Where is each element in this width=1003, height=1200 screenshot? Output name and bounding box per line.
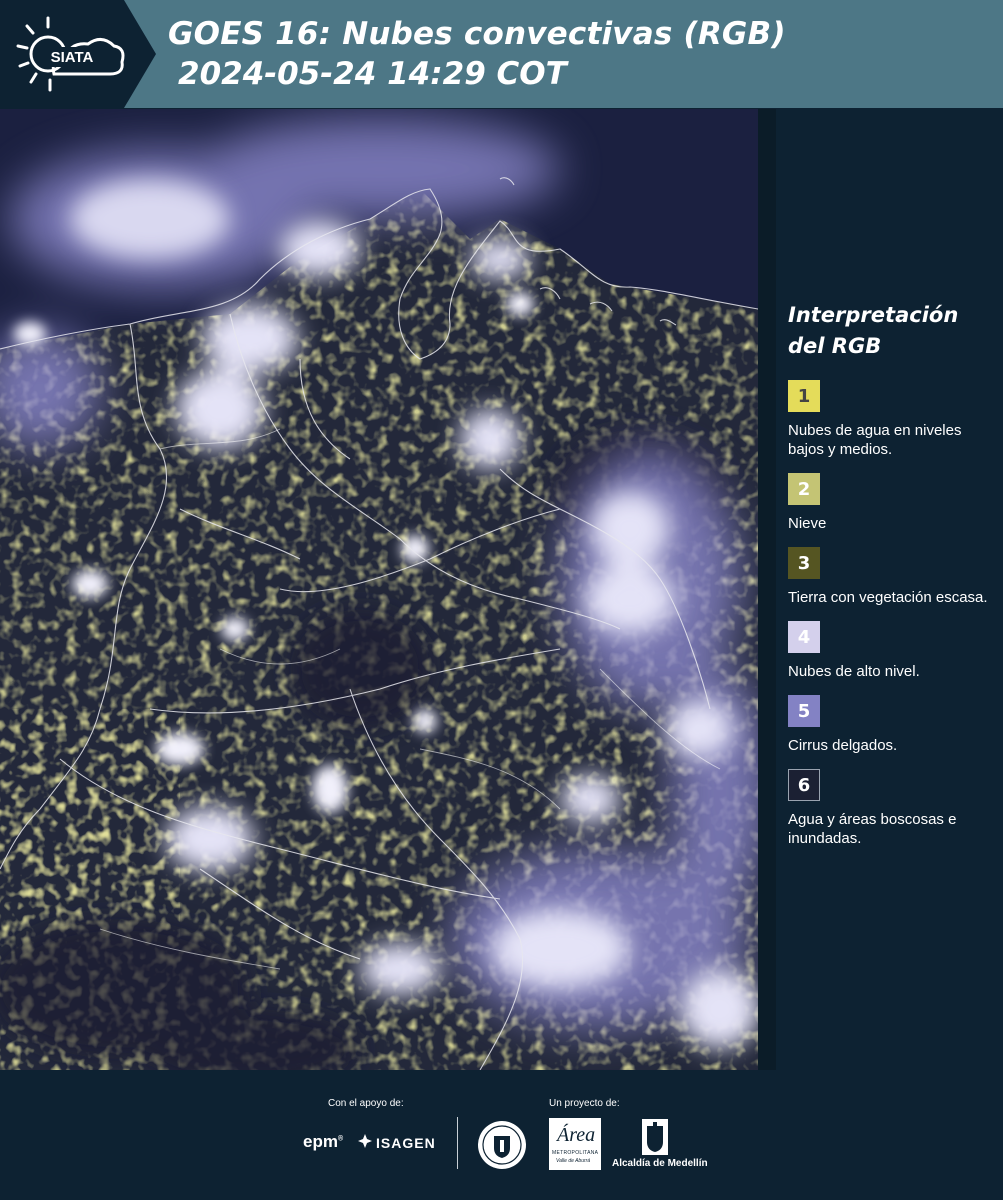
legend-label: Nubes de agua en niveles bajos y medios. [788,422,962,458]
page-timestamp: 2024-05-24 14:29 COT [178,56,567,92]
epm-logo: epm® [303,1132,344,1151]
header-bar: SIATA GOES 16: Nubes convectivas (RGB) 2… [0,0,1003,108]
legend-label: Nubes de alto nivel. [788,663,920,680]
siata-logo-text: SIATA [51,49,94,66]
legend-label: Cirrus delgados. [788,737,898,754]
legend-label: Tierra con vegetación escasa. [788,589,988,606]
project-label: Un proyecto de: [549,1098,620,1109]
legend-swatch-5: 5 [788,695,820,727]
medellin-seal-icon [478,1121,526,1169]
isagen-star-icon [358,1134,372,1148]
legend-item: 2 Nieve [788,473,993,533]
legend-swatch-2: 2 [788,473,820,505]
legend-item: 1 Nubes de agua en niveles bajos y medio… [788,380,993,459]
satellite-map [0,109,758,1070]
satellite-rgb-image [0,109,758,1070]
alcaldia-logo-text: Alcaldía de Medellín [612,1158,708,1169]
legend-item: 6 Agua y áreas boscosas e inundadas. [788,769,993,848]
legend-label: Agua y áreas boscosas e inundadas. [788,811,957,847]
rgb-legend: Interpretación del RGB 1 Nubes de agua e… [788,300,993,862]
map-frame-edge [758,109,776,1070]
legend-label: Nieve [788,515,827,532]
siata-logo: SIATA [0,0,156,108]
support-label: Con el apoyo de: [328,1098,404,1109]
legend-item: 3 Tierra con vegetación escasa. [788,547,993,607]
footer-divider [457,1117,458,1169]
page-title: GOES 16: Nubes convectivas (RGB) [168,16,786,52]
legend-swatch-4: 4 [788,621,820,653]
sun-cloud-icon: SIATA [16,16,125,92]
area-metropolitana-logo: Área METROPOLITANA Valle de Aburrá [549,1118,601,1170]
alcaldia-emblem-icon [642,1119,668,1155]
isagen-logo: ISAGEN [358,1134,436,1151]
footer: Con el apoyo de: Un proyecto de: epm® IS… [0,1070,1003,1200]
legend-item: 5 Cirrus delgados. [788,695,993,755]
legend-title: Interpretación del RGB [788,303,959,358]
legend-swatch-3: 3 [788,547,820,579]
legend-item: 4 Nubes de alto nivel. [788,621,993,681]
legend-swatch-6: 6 [788,769,820,801]
legend-swatch-1: 1 [788,380,820,412]
